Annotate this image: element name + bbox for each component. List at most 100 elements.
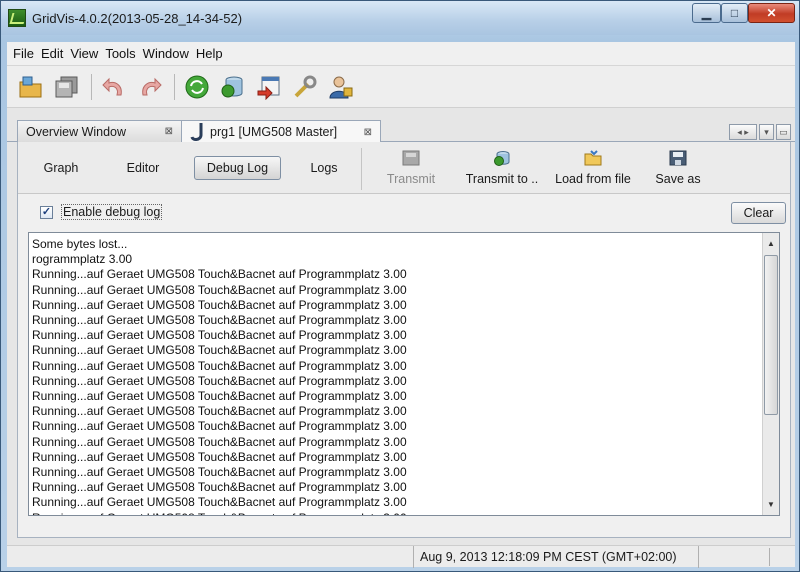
log-line: Running...auf Geraet UMG508 Touch&Bacnet… [32, 404, 407, 419]
log-line: Running...auf Geraet UMG508 Touch&Bacnet… [32, 495, 407, 510]
user-button[interactable] [327, 73, 355, 101]
tab-prg1[interactable]: prg1 [UMG508 Master] ⊠ [181, 120, 381, 143]
java-program-icon [190, 123, 203, 141]
tab-close-icon[interactable]: ⊠ [165, 126, 173, 137]
subtab-debug-log[interactable]: Debug Log [194, 156, 281, 180]
open-folder-icon [584, 150, 602, 166]
scroll-left-right-icon: ◂ ▸ [737, 126, 749, 137]
log-line: Running...auf Geraet UMG508 Touch&Bacnet… [32, 267, 407, 282]
log-lines: Some bytes lost... rogrammplatz 3.00 Runni… [32, 237, 752, 515]
database-icon [221, 76, 243, 97]
log-line: Some bytes lost... [32, 237, 128, 251]
restore-icon: ▭ [779, 126, 788, 137]
tab-overview-window[interactable]: Overview Window ⊠ [17, 120, 182, 142]
menu-file[interactable]: File [13, 46, 34, 61]
maximize-tab-button[interactable]: ▭ [776, 124, 791, 140]
enable-debug-log-checkbox[interactable]: ✓ [40, 206, 53, 219]
log-line: Running...auf Geraet UMG508 Touch&Bacnet… [32, 434, 407, 449]
debug-log-output[interactable]: Some bytes lost... rogrammplatz 3.00 Runni… [28, 232, 780, 516]
save-as-button[interactable]: Save as [648, 144, 708, 192]
checkmark-icon: ✓ [41, 206, 52, 218]
menu-help[interactable]: Help [196, 46, 223, 61]
log-line: Running...auf Geraet UMG508 Touch&Bacnet… [32, 480, 407, 495]
user-icon [329, 76, 353, 98]
content-area: Overview Window ⊠ prg1 [UMG508 Master] ⊠… [7, 108, 795, 545]
sync-button[interactable] [183, 73, 211, 101]
new-folder-icon [19, 76, 42, 97]
status-timestamp: Aug 9, 2013 12:18:09 PM CEST (GMT+02:00) [413, 546, 699, 568]
sync-icon [185, 75, 209, 98]
save-all-icon [55, 76, 78, 97]
menu-edit[interactable]: Edit [41, 46, 63, 61]
redo-button[interactable] [136, 73, 164, 101]
application-window: GridVis-4.0.2(2013-05-28_14-34-52) ▁ □ ✕… [0, 0, 800, 572]
tools-button[interactable] [291, 73, 319, 101]
tab-close-icon[interactable]: ⊠ [364, 127, 372, 138]
menu-window[interactable]: Window [143, 46, 189, 61]
save-as-label: Save as [655, 172, 701, 186]
window-title: GridVis-4.0.2(2013-05-28_14-34-52) [32, 10, 243, 26]
undo-button[interactable] [100, 73, 128, 101]
subtab-graph[interactable]: Graph [34, 156, 88, 180]
transmit-icon [402, 150, 420, 166]
toolbar-separator [174, 73, 175, 100]
transmit-button[interactable]: Transmit [378, 144, 444, 192]
maximize-button[interactable]: □ [721, 3, 748, 23]
import-button[interactable] [255, 73, 283, 101]
load-from-file-button[interactable]: Load from file [548, 144, 638, 192]
redo-icon [142, 77, 162, 95]
save-all-button[interactable] [53, 73, 81, 101]
load-from-file-label: Load from file [555, 172, 631, 186]
log-line: Running...auf Geraet UMG508 Touch&Bacnet… [32, 419, 407, 434]
status-bar: Aug 9, 2013 12:18:09 PM CEST (GMT+02:00) [7, 545, 795, 568]
tools-icon [294, 75, 317, 97]
clear-button[interactable]: Clear [731, 202, 786, 224]
log-line: Running...auf Geraet UMG508 Touch&Bacnet… [32, 511, 752, 515]
minimize-icon: ▁ [701, 6, 712, 20]
main-toolbar [7, 66, 795, 108]
log-line: Running...auf Geraet UMG508 Touch&Bacnet… [32, 449, 407, 464]
transmit-to-label: Transmit to .. [465, 172, 539, 186]
log-line: Running...auf Geraet UMG508 Touch&Bacnet… [32, 282, 407, 297]
database-button[interactable] [219, 73, 247, 101]
new-folder-button[interactable] [17, 73, 45, 101]
document-tab-strip: Overview Window ⊠ prg1 [UMG508 Master] ⊠… [7, 116, 795, 143]
transmit-to-icon [494, 151, 510, 166]
toolbar-separator [91, 73, 92, 100]
vertical-scrollbar[interactable]: ▲ ▼ [762, 233, 779, 515]
scrollbar-thumb[interactable] [764, 255, 778, 415]
subtab-logs[interactable]: Logs [298, 156, 350, 180]
close-button[interactable]: ✕ [748, 3, 795, 23]
import-icon [257, 76, 280, 100]
undo-icon [102, 77, 122, 95]
debug-options-row: ✓ Enable debug log Clear [18, 195, 790, 229]
log-line: Running...auf Geraet UMG508 Touch&Bacnet… [32, 358, 407, 373]
tab-list-button[interactable]: ▾ [759, 124, 774, 140]
log-line: Running...auf Geraet UMG508 Touch&Bacnet… [32, 343, 407, 358]
gridvis-app-icon [8, 9, 26, 27]
program-panel: Graph Editor Debug Log Logs Transmit Tra… [17, 142, 791, 538]
tab-label: Overview Window [26, 124, 127, 139]
title-bar[interactable]: GridVis-4.0.2(2013-05-28_14-34-52) ▁ □ ✕ [1, 1, 799, 35]
scroll-up-icon[interactable]: ▲ [763, 235, 779, 252]
menu-bar: File Edit View Tools Window Help [7, 42, 795, 66]
log-line: rogrammplatz 3.00 [32, 252, 133, 267]
scroll-down-icon[interactable]: ▼ [763, 496, 779, 513]
toolbar-separator [361, 148, 362, 190]
status-divider [769, 548, 770, 566]
minimize-button[interactable]: ▁ [692, 3, 721, 23]
save-as-icon [669, 150, 687, 166]
close-icon: ✕ [766, 6, 777, 20]
log-line: Running...auf Geraet UMG508 Touch&Bacnet… [32, 373, 407, 388]
subtab-editor[interactable]: Editor [114, 156, 172, 180]
log-line: Running...auf Geraet UMG508 Touch&Bacnet… [32, 313, 407, 328]
menu-tools[interactable]: Tools [105, 46, 135, 61]
log-line: Running...auf Geraet UMG508 Touch&Bacnet… [32, 328, 407, 343]
enable-debug-log-label[interactable]: Enable debug log [61, 204, 163, 220]
transmit-to-button[interactable]: Transmit to .. [454, 144, 550, 192]
tab-scroll-buttons[interactable]: ◂ ▸ [729, 124, 757, 140]
log-line: Running...auf Geraet UMG508 Touch&Bacnet… [32, 389, 407, 404]
menu-view[interactable]: View [70, 46, 98, 61]
chevron-down-icon: ▾ [764, 126, 769, 137]
program-toolbar: Graph Editor Debug Log Logs Transmit Tra… [18, 142, 790, 194]
